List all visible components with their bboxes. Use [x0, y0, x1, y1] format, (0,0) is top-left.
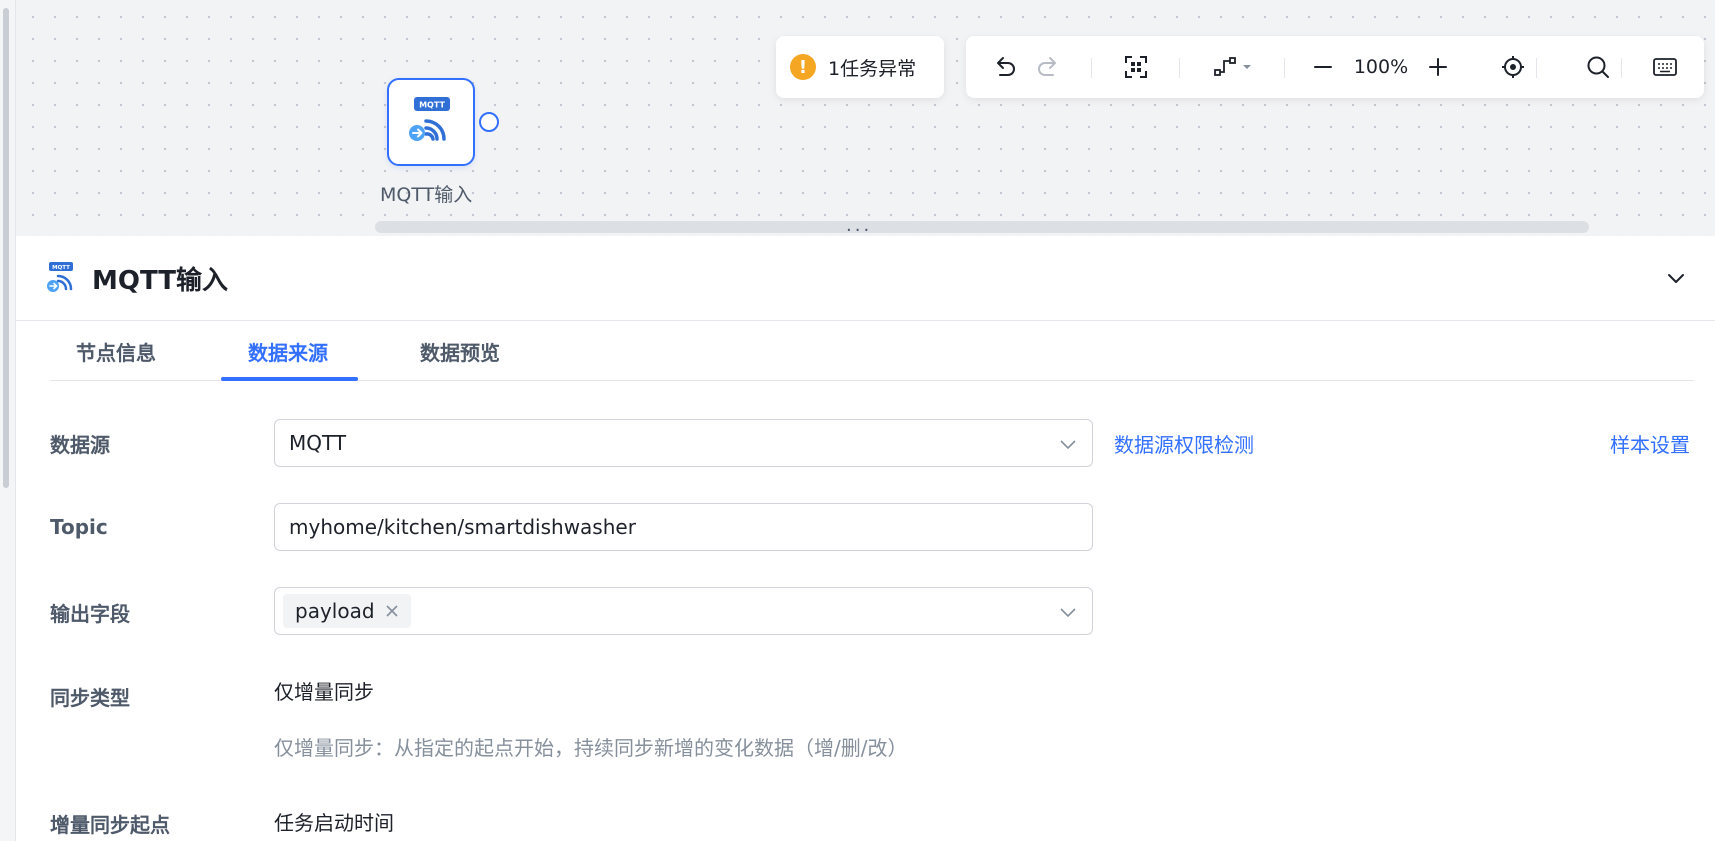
undo-button[interactable] [984, 36, 1024, 98]
tab-data-source[interactable]: 数据来源 [248, 321, 328, 381]
keyboard-icon [1653, 58, 1677, 76]
close-icon[interactable] [385, 604, 399, 618]
fit-view-button[interactable] [1116, 36, 1156, 98]
sync-type-value: 仅增量同步 [274, 680, 374, 704]
redo-icon [1038, 57, 1056, 76]
tab-node-info[interactable]: 节点信息 [76, 321, 156, 381]
search-button[interactable] [1578, 36, 1618, 98]
connector-style-icon [1214, 57, 1251, 76]
connector-style-dropdown[interactable] [1203, 36, 1263, 98]
fit-view-icon [1125, 56, 1147, 78]
redo-button[interactable] [1029, 36, 1069, 98]
sync-start-label: 增量同步起点 [50, 813, 170, 837]
datasource-select[interactable]: MQTT [274, 419, 1093, 467]
search-icon [1587, 56, 1609, 78]
topic-label: Topic [50, 515, 108, 539]
node-label: MQTT输入 [380, 184, 473, 206]
topic-input[interactable]: myhome/kitchen/smartdishwasher [274, 503, 1093, 551]
mqtt-input-icon: MQTT [409, 97, 450, 141]
mqtt-input-node[interactable]: MQTT [387, 78, 475, 166]
output-fields-label: 输出字段 [50, 602, 130, 626]
locate-button[interactable] [1493, 36, 1533, 98]
datasource-permission-check-link[interactable]: 数据源权限检测 [1114, 429, 1254, 458]
panel-tabs: 节点信息 数据来源 数据预览 [50, 321, 1694, 381]
locate-icon [1502, 56, 1524, 78]
toolbar-divider [1284, 58, 1285, 78]
sync-type-label: 同步类型 [50, 686, 130, 710]
node-config-panel: MQTT MQTT输入 节点信息 数据来源 数据预览 数据源 MQTT 数据源权… [16, 236, 1715, 841]
vertical-scrollbar[interactable] [3, 8, 9, 488]
toolbar-divider [1179, 58, 1180, 78]
mqtt-badge-text: MQTT [419, 101, 445, 110]
svg-text:MQTT: MQTT [52, 265, 70, 271]
datasource-value: MQTT [289, 431, 347, 455]
warning-icon: ! [790, 54, 816, 80]
alert-text: 1任务异常 [828, 57, 917, 80]
chevron-down-icon [1060, 440, 1076, 450]
undo-icon [997, 57, 1015, 76]
active-tab-indicator [221, 377, 358, 381]
chevron-down-icon[interactable] [1664, 266, 1688, 290]
panel-title: MQTT输入 [92, 266, 229, 296]
zoom-in-icon [1429, 58, 1447, 76]
field-tag: payload [283, 594, 411, 628]
task-alert[interactable]: ! 1任务异常 [776, 36, 944, 98]
node-output-port[interactable] [479, 112, 499, 132]
zoom-in-button[interactable] [1418, 36, 1458, 98]
zoom-out-icon [1314, 66, 1332, 68]
zoom-level: 100% [1346, 36, 1416, 98]
chevron-down-icon [1060, 608, 1076, 618]
toolbar-divider [1621, 58, 1622, 78]
zoom-out-button[interactable] [1303, 36, 1343, 98]
toolbar-divider [1091, 58, 1092, 78]
panel-resize-handle[interactable]: ··· [846, 222, 872, 240]
left-gutter [0, 0, 16, 841]
zoom-text: 100% [1353, 56, 1409, 78]
output-fields-select[interactable]: payload [274, 587, 1093, 635]
canvas-toolbar: 100% [966, 36, 1704, 98]
datasource-label: 数据源 [50, 433, 110, 457]
horizontal-scrollbar[interactable] [375, 221, 1589, 233]
sample-settings-link[interactable]: 样本设置 [1610, 429, 1690, 458]
panel-header: MQTT MQTT输入 [16, 236, 1715, 321]
keyboard-shortcuts-button[interactable] [1643, 36, 1687, 98]
topic-value: myhome/kitchen/smartdishwasher [289, 515, 636, 539]
sync-start-value: 任务启动时间 [274, 811, 394, 835]
tab-data-preview[interactable]: 数据预览 [420, 321, 500, 381]
mqtt-input-icon: MQTT [47, 262, 73, 292]
toolbar-divider [1536, 58, 1537, 78]
field-tag-label: payload [295, 599, 375, 623]
sync-type-hint: 仅增量同步：从指定的起点开始，持续同步新增的变化数据（增/删/改） [274, 736, 908, 760]
